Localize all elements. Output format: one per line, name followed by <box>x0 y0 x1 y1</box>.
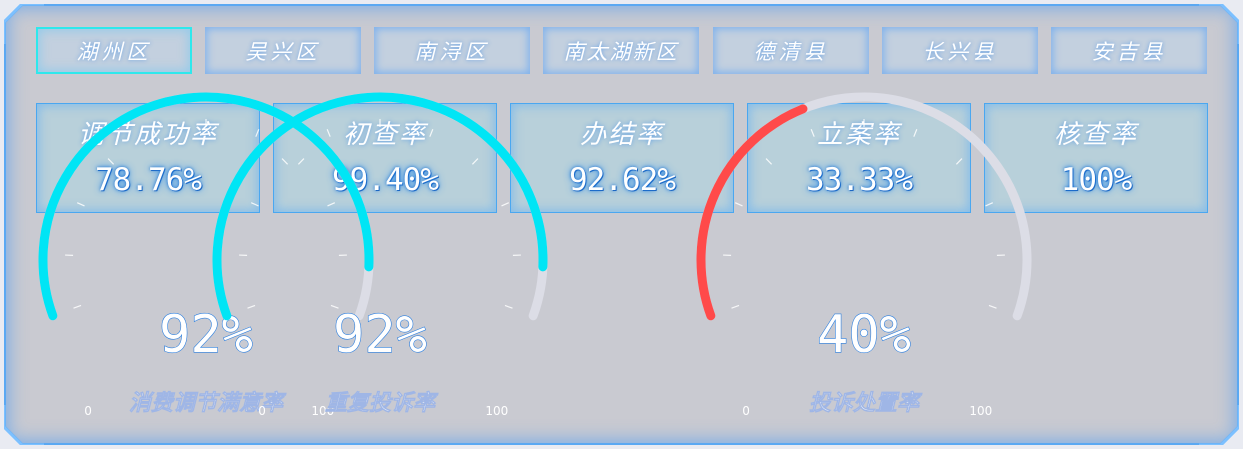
gauge-tick <box>327 202 336 207</box>
gauge-max-label: 100 <box>485 404 508 418</box>
gauge-tick <box>255 129 260 137</box>
gauge-tick <box>281 158 289 165</box>
gauge-tick <box>985 202 994 207</box>
gauge-tick <box>107 158 115 165</box>
gauge-value-text: 92% <box>333 305 427 365</box>
gauge-tick <box>501 202 510 207</box>
gauge-value-arc <box>38 92 374 321</box>
gauge-min-label: 0 <box>742 404 750 418</box>
gauge-tick <box>73 304 82 309</box>
gauge-tick <box>250 202 259 207</box>
gauge-tick <box>810 129 815 137</box>
gauge-value-text: 92% <box>159 305 253 365</box>
gauge-track <box>696 92 1032 321</box>
gauge-label: 投诉处置率 <box>809 390 923 416</box>
gauge-tick <box>297 158 305 165</box>
gauge-tick <box>429 129 434 137</box>
gauge-tick <box>471 158 479 165</box>
gauge-tick <box>765 158 773 165</box>
gauge-tick <box>731 304 740 309</box>
gauge-charts: 0 10092%消费调节满意率0 10092%重复投诉率 0 10040%投诉处置率 <box>38 92 1032 418</box>
gauge-tick <box>76 202 85 207</box>
gauge-value-arc <box>696 104 808 321</box>
gauge-tick <box>988 304 997 309</box>
gauge-min-label: 0 <box>258 404 266 418</box>
gauge-tick <box>504 304 513 309</box>
gauge-value-text: 40% <box>817 305 911 365</box>
gauge-max-label: 100 <box>969 404 992 418</box>
gauge-tick <box>955 158 963 165</box>
gauge-track <box>38 92 374 321</box>
gauge-tick <box>913 129 918 137</box>
gauge-value-arc <box>212 92 548 321</box>
gauge-label: 重复投诉率 <box>325 390 439 416</box>
gauge-tick <box>326 129 331 137</box>
gauge-tick <box>734 202 743 207</box>
gauge-min-label: 0 <box>84 404 92 418</box>
gauge-tick <box>152 129 157 137</box>
gauge-track <box>212 92 548 321</box>
